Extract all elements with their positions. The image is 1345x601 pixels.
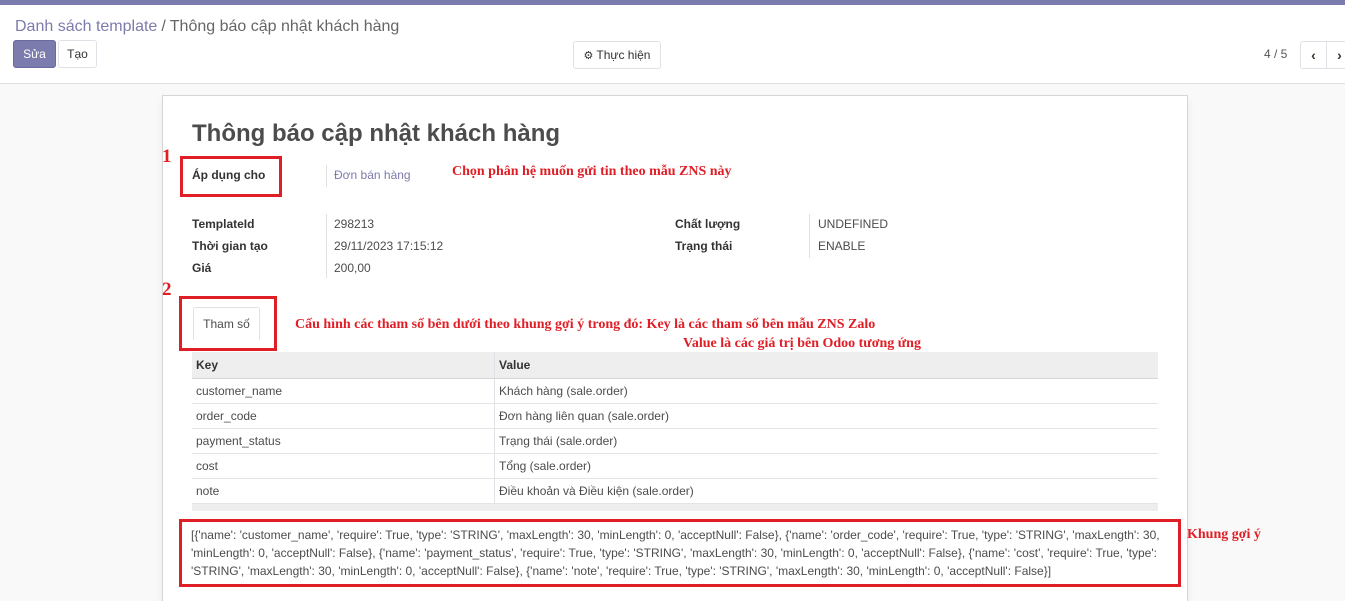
table-footer [192,504,1158,511]
template-id-value: 298213 [334,217,375,231]
annotation-note-apply-to: Chọn phân hệ muốn gửi tin theo mẫu ZNS n… [452,164,732,179]
row-value: Tổng (sale.order) [499,459,592,473]
row-key: note [192,479,495,503]
annotation-note-params-line1: Cấu hình các tham số bên dưới theo khung… [295,317,876,332]
created-time-label: Thời gian tạo [192,239,268,253]
row-value: Khách hàng (sale.order) [499,384,628,398]
field-divider [326,165,327,187]
chevron-right-icon: › [1337,47,1342,63]
field-divider [809,214,810,258]
action-button[interactable]: ⚙ Thực hiện [573,41,661,69]
template-id-label: TemplateId [192,217,255,231]
price-label: Giá [192,261,212,275]
created-time-value: 29/11/2023 17:15:12 [334,239,444,253]
breadcrumb-parent-link[interactable]: Danh sách template [15,18,157,35]
chevron-left-icon: ‹ [1311,47,1316,63]
field-divider [326,214,327,278]
row-key: payment_status [192,429,495,453]
apply-to-value-link[interactable]: Đơn bán hàng [334,168,411,182]
gear-icon: ⚙ [583,49,594,62]
page-title: Thông báo cập nhật khách hàng [192,120,561,147]
column-header-value[interactable]: Value [495,352,1158,378]
annotation-number-2: 2 [162,279,172,300]
table-row[interactable]: note Điều khoản và Điều kiện (sale.order… [192,479,1158,504]
pager-counter[interactable]: 4 / 5 [1264,47,1287,61]
control-panel: Danh sách template / Thông báo cập nhật kh… [0,5,1345,84]
apply-to-label: Áp dụng cho [192,168,266,182]
annotation-box-params-tab [179,296,277,351]
pager-next-button[interactable]: › [1326,41,1345,69]
status-value: ENABLE [818,239,866,253]
action-button-label: Thực hiện [596,48,651,62]
quality-value: UNDEFINED [818,217,889,231]
table-header: Key Value [192,352,1158,379]
table-row[interactable]: customer_name Khách hàng (sale.order) [192,379,1158,404]
breadcrumb: Danh sách template / Thông báo cập nhật kh… [15,18,399,36]
table-row[interactable]: cost Tổng (sale.order) [192,454,1158,479]
row-key: cost [192,454,495,478]
params-table: Key Value customer_name Khách hàng (sale… [192,352,1158,511]
annotation-note-params-line2: Value là các giá trị bên Odoo tương ứng [683,336,921,351]
create-button[interactable]: Tạo [58,40,97,68]
row-value: Trạng thái (sale.order) [499,434,618,448]
row-value: Đơn hàng liên quan (sale.order) [499,409,669,423]
annotation-number-1: 1 [162,146,172,167]
breadcrumb-separator: / [161,18,166,35]
edit-button[interactable]: Sửa [13,40,56,68]
status-label: Trạng thái [675,239,733,253]
breadcrumb-current: Thông báo cập nhật khách hàng [169,18,400,35]
row-key: customer_name [192,379,495,403]
price-value: 200,00 [334,261,371,275]
quality-label: Chất lượng [675,217,741,231]
annotation-note-hint: Khung gợi ý [1187,527,1261,542]
pager-previous-button[interactable]: ‹ [1300,41,1327,69]
row-value: Điều khoản và Điều kiện (sale.order) [499,484,694,498]
row-key: order_code [192,404,495,428]
hint-text: [{'name': 'customer_name', 'require': Tr… [191,528,1160,578]
column-header-key[interactable]: Key [192,352,495,378]
table-row[interactable]: order_code Đơn hàng liên quan (sale.orde… [192,404,1158,429]
table-row[interactable]: payment_status Trạng thái (sale.order) [192,429,1158,454]
